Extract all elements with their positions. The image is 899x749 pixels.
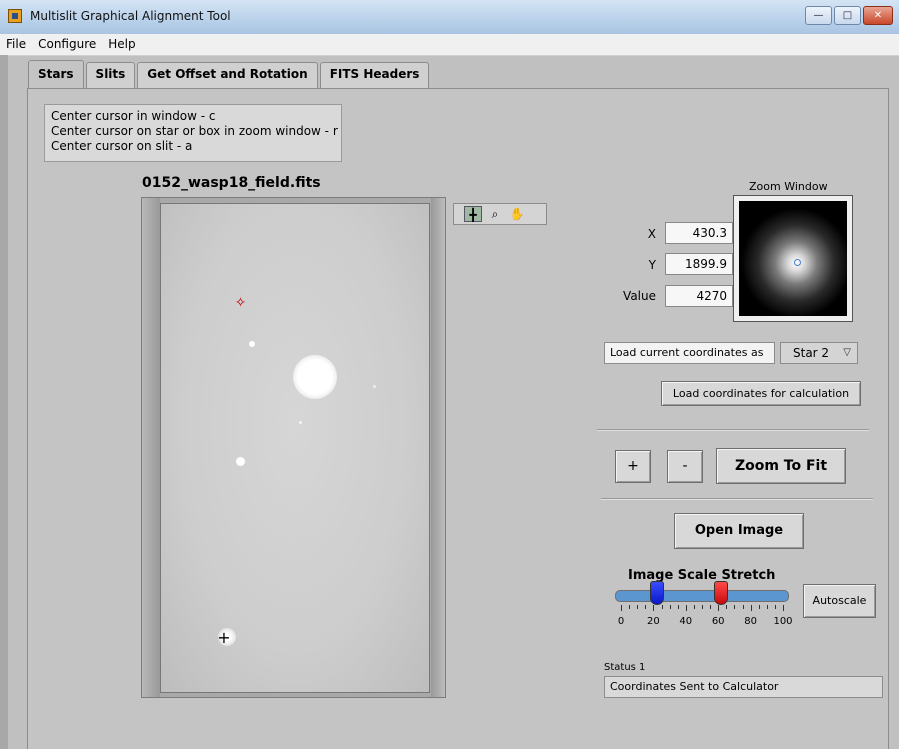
- scale-tick: [718, 605, 720, 611]
- pan-hand-icon[interactable]: ✋: [508, 206, 526, 222]
- scale-tick: [742, 605, 744, 609]
- menu-file[interactable]: File: [0, 34, 32, 53]
- crosshair-tool-icon[interactable]: ╋: [464, 206, 482, 222]
- star: [249, 341, 255, 347]
- scale-tick: [758, 605, 760, 609]
- scale-tick-label: 40: [679, 616, 693, 627]
- minimize-button[interactable]: —: [805, 6, 832, 25]
- scale-tick: [766, 605, 768, 609]
- scale-tick: [702, 605, 703, 609]
- status-field: Coordinates Sent to Calculator: [604, 676, 883, 698]
- title-bar: Multislit Graphical Alignment Tool — □ ✕: [0, 0, 899, 35]
- load-coordinates-as-label: Load current coordinates as: [604, 342, 775, 364]
- tab-fits-headers[interactable]: FITS Headers: [319, 62, 430, 88]
- star-marker-icon: ✧: [234, 295, 247, 311]
- tab-stars[interactable]: Stars: [28, 60, 84, 89]
- image-tools-palette: ╋ ⌕ ✋: [453, 203, 547, 225]
- scale-tick: [710, 605, 712, 609]
- scale-tick: [653, 605, 655, 611]
- instruction-line: Center cursor on star or box in zoom win…: [51, 124, 338, 138]
- zoom-window[interactable]: [733, 195, 853, 322]
- window-controls: — □ ✕: [803, 6, 893, 25]
- star: [299, 421, 302, 424]
- divider: [597, 429, 869, 431]
- menu-help[interactable]: Help: [102, 34, 141, 53]
- left-edge: [0, 55, 8, 749]
- zoom-out-button[interactable]: -: [667, 450, 703, 483]
- image-filename: 0152_wasp18_field.fits: [142, 175, 321, 191]
- autoscale-button[interactable]: Autoscale: [803, 584, 876, 618]
- crosshair-cursor-icon: +: [217, 628, 231, 647]
- x-value: 430.3: [665, 222, 733, 244]
- scale-tick: [677, 605, 679, 609]
- app-icon: [8, 9, 22, 23]
- y-label: Y: [648, 258, 656, 272]
- star-select-value: Star 2: [793, 346, 830, 360]
- maximize-button[interactable]: □: [834, 6, 861, 25]
- star-select-dropdown[interactable]: Star 2 ▽: [780, 342, 858, 364]
- load-coordinates-button[interactable]: Load coordinates for calculation: [661, 381, 861, 406]
- scale-tick-label: 60: [711, 616, 725, 627]
- instruction-line: Center cursor in window - c: [51, 109, 216, 123]
- scale-tick: [774, 605, 776, 609]
- scale-tick: [629, 605, 631, 609]
- star: [373, 385, 376, 388]
- stretch-low-thumb[interactable]: [649, 581, 664, 605]
- x-label: X: [647, 227, 656, 241]
- scale-tick: [621, 605, 622, 611]
- window-title: Multislit Graphical Alignment Tool: [30, 9, 231, 23]
- menu-configure[interactable]: Configure: [32, 34, 102, 53]
- instruction-line: Center cursor on slit - a: [51, 139, 193, 153]
- divider: [601, 498, 873, 500]
- scale-tick: [726, 605, 728, 609]
- scale-tick: [685, 605, 687, 611]
- zoom-to-fit-button[interactable]: Zoom To Fit: [716, 448, 846, 484]
- star: [236, 457, 245, 466]
- scale-tick: [734, 605, 736, 609]
- tab-slits[interactable]: Slits: [85, 62, 136, 88]
- chevron-down-icon: ▽: [843, 347, 851, 358]
- scale-tick-label: 100: [773, 616, 793, 627]
- open-image-button[interactable]: Open Image: [674, 513, 804, 549]
- value-label: Value: [623, 289, 656, 303]
- stretch-slider-track[interactable]: [615, 590, 789, 602]
- scale-tick: [693, 605, 695, 609]
- pixel-value: 4270: [665, 285, 733, 307]
- status-label: Status 1: [604, 662, 646, 673]
- tab-bar: Stars Slits Get Offset and Rotation FITS…: [28, 60, 431, 89]
- scale-tick: [661, 605, 663, 609]
- close-button[interactable]: ✕: [863, 6, 893, 25]
- instructions-box: Center cursor in window - c Center curso…: [44, 104, 342, 162]
- scale-tick: [645, 605, 647, 609]
- scale-tick-label: 80: [744, 616, 757, 627]
- scale-tick: [783, 605, 784, 611]
- scale-tick-label: 0: [617, 616, 625, 627]
- bright-star: [293, 355, 337, 399]
- scale-tick: [750, 605, 752, 611]
- zoom-window-label: Zoom Window: [749, 180, 828, 193]
- y-value: 1899.9: [665, 253, 733, 275]
- zoom-cursor-icon: [794, 259, 801, 266]
- tab-get-offset-and-rotation[interactable]: Get Offset and Rotation: [137, 62, 318, 88]
- zoom-tool-icon[interactable]: ⌕: [486, 206, 504, 222]
- scale-tick: [637, 605, 639, 609]
- scale-tick: [669, 605, 671, 609]
- zoom-in-button[interactable]: +: [615, 450, 651, 483]
- stretch-high-thumb[interactable]: [714, 581, 729, 605]
- stretch-scale-ticks: [621, 605, 784, 611]
- fits-image-display[interactable]: ✧ +: [160, 203, 430, 693]
- scale-tick-label: 20: [647, 616, 660, 627]
- menu-bar: File Configure Help: [0, 34, 899, 56]
